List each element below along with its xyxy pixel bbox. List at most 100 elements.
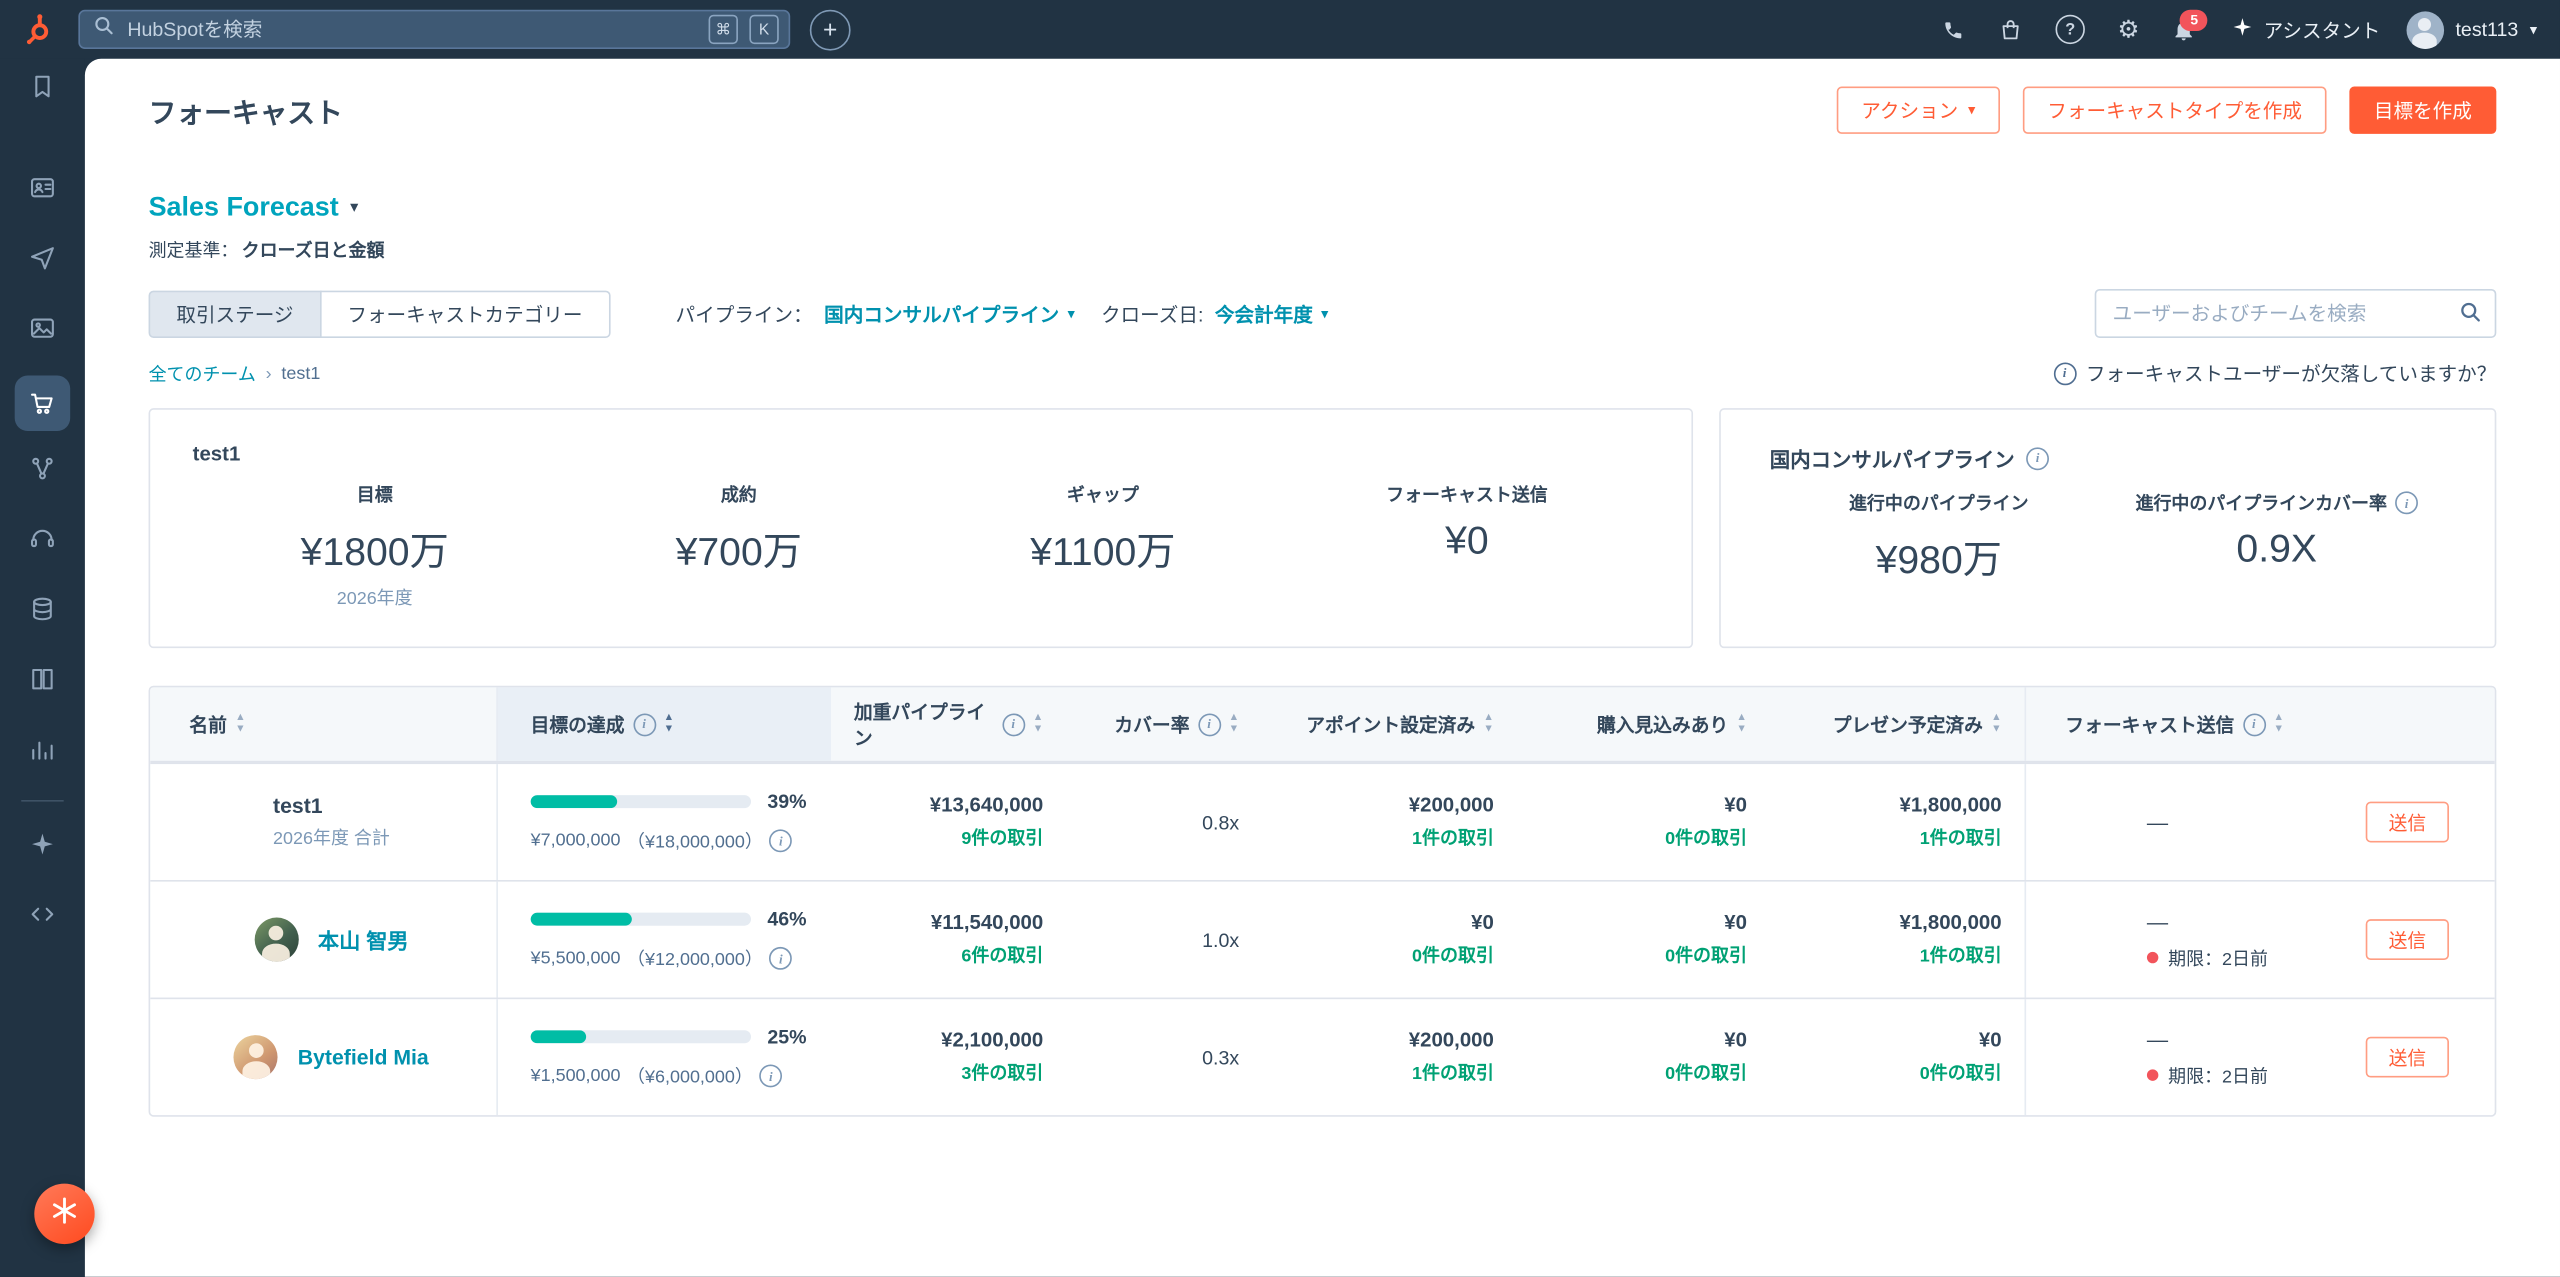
buy-intent-cell: ¥0 0件の取引 <box>1517 764 1770 880</box>
metric-closed: 成約 ¥700万 <box>557 482 921 611</box>
info-icon[interactable]: i <box>1198 713 1221 736</box>
forecast-submission-cell: — <box>2024 764 2320 880</box>
sidebar-navigation <box>0 59 85 1277</box>
amount: ¥0 <box>1724 793 1747 816</box>
missing-users-hint[interactable]: i フォーキャストユーザーが欠落していますか？ <box>2053 359 2496 387</box>
breadcrumb-all-teams[interactable]: 全てのチーム <box>149 360 256 386</box>
send-button[interactable]: 送信 <box>2366 802 2449 843</box>
marketplace-icon[interactable] <box>1998 17 2022 41</box>
global-search-input[interactable] <box>124 16 697 42</box>
info-icon[interactable]: i <box>759 1064 782 1087</box>
sidebar-item-library[interactable] <box>0 648 85 718</box>
sidebar-item-developer[interactable] <box>0 883 85 953</box>
forecast-selector[interactable]: Sales Forecast ▾ <box>149 193 359 224</box>
close-date-label: クローズ日: <box>1101 300 1203 328</box>
assistant-button[interactable]: アシスタント <box>2233 16 2381 44</box>
sidebar-item-ai[interactable] <box>0 813 85 883</box>
calling-icon[interactable] <box>1941 17 1965 41</box>
team-search-input[interactable] <box>2095 289 2497 338</box>
deal-count-link[interactable]: 0件の取引 <box>1665 942 1747 968</box>
info-icon[interactable]: i <box>769 947 792 970</box>
close-date-select[interactable]: 今会計年度 ▾ <box>1215 300 1329 328</box>
pipeline-select[interactable]: 国内コンサルパイプライン ▾ <box>824 300 1075 328</box>
sparkle-icon <box>2233 16 2254 42</box>
deal-count-link[interactable]: 0件の取引 <box>1665 1060 1747 1086</box>
deal-count-link[interactable]: 6件の取引 <box>961 942 1043 968</box>
goal-attainment-cell: 25% ¥1,500,000 （¥6,000,000） i <box>498 999 831 1115</box>
progress-bar <box>531 1030 751 1043</box>
column-header-goal-attainment[interactable]: 目標の達成 i ▲▼ <box>498 687 831 760</box>
deal-count-link[interactable]: 1件の取引 <box>1412 1060 1494 1086</box>
metric-gap: ギャップ ¥1100万 <box>921 482 1285 611</box>
name-cell: 本山 智男 <box>150 882 498 998</box>
tab-forecast-category[interactable]: フォーキャストカテゴリー <box>320 290 611 337</box>
column-header-presentation-scheduled[interactable]: プレゼン予定済み ▲▼ <box>1770 687 2025 760</box>
sidebar-item-bookmarks[interactable] <box>0 59 85 121</box>
send-button[interactable]: 送信 <box>2366 1037 2449 1078</box>
close-date-value: 今会計年度 <box>1215 300 1313 328</box>
column-header-appointment-scheduled[interactable]: アポイント設定済み ▲▼ <box>1262 687 1517 760</box>
copilot-fab[interactable] <box>34 1184 94 1244</box>
account-menu[interactable]: test113 ▾ <box>2407 11 2538 49</box>
deal-count-link[interactable]: 1件の取引 <box>1412 824 1494 850</box>
deal-count-link[interactable]: 1件の取引 <box>1920 942 2002 968</box>
create-goal-button[interactable]: 目標を作成 <box>2349 87 2496 134</box>
actions-menu-button[interactable]: アクション ▾ <box>1837 87 2000 134</box>
deal-count-link[interactable]: 3件の取引 <box>961 1060 1043 1086</box>
column-header-buy-intent[interactable]: 購入見込みあり ▲▼ <box>1517 687 1770 760</box>
sidebar-item-marketing[interactable] <box>0 227 85 297</box>
paper-plane-icon <box>28 243 57 281</box>
forecast-table: 名前 ▲▼ 目標の達成 i ▲▼ 加重パイプライン i ▲▼ カバー率 i ▲▼ <box>149 686 2497 1117</box>
tab-deal-stage[interactable]: 取引ステージ <box>149 290 322 337</box>
info-icon[interactable]: i <box>633 713 656 736</box>
column-header-coverage[interactable]: カバー率 i ▲▼ <box>1066 687 1262 760</box>
metric-goal-value: ¥1800万 <box>193 519 557 576</box>
amount: ¥1,800,000 <box>1899 793 2001 816</box>
column-header-weighted-pipeline[interactable]: 加重パイプライン i ▲▼ <box>831 687 1066 760</box>
user-name-link[interactable]: Bytefield Mia <box>298 1045 429 1069</box>
user-name-link[interactable]: 本山 智男 <box>318 924 409 955</box>
deal-count-link[interactable]: 9件の取引 <box>961 824 1043 850</box>
quick-create-button[interactable]: + <box>810 9 851 50</box>
column-header-name[interactable]: 名前 ▲▼ <box>150 687 498 760</box>
column-label: 名前 <box>189 711 227 737</box>
help-icon[interactable]: ? <box>2056 15 2085 44</box>
sidebar-item-content[interactable] <box>0 297 85 367</box>
deal-count-link[interactable]: 0件の取引 <box>1920 1060 2002 1086</box>
send-button[interactable]: 送信 <box>2366 919 2449 960</box>
sidebar-item-automations[interactable] <box>0 438 85 508</box>
column-label: 購入見込みあり <box>1597 711 1728 737</box>
sidebar-item-data[interactable] <box>0 578 85 648</box>
metric-gap-value: ¥1100万 <box>921 519 1285 576</box>
deal-count-link[interactable]: 0件の取引 <box>1412 942 1494 968</box>
metric-coverage-label: 進行中のパイプラインカバー率 <box>2136 490 2387 516</box>
info-icon[interactable]: i <box>2242 713 2265 736</box>
info-icon[interactable]: i <box>2026 447 2049 470</box>
column-header-forecast-submission[interactable]: フォーキャスト送信 i ▲▼ <box>2024 687 2320 760</box>
deal-count-link[interactable]: 1件の取引 <box>1920 824 2002 850</box>
overdue-status: 期限：2日前 <box>2147 1062 2268 1088</box>
metric-goal-label: 目標 <box>193 482 557 508</box>
sidebar-item-commerce[interactable] <box>0 367 85 437</box>
info-icon[interactable]: i <box>769 829 792 852</box>
account-name: test113 <box>2455 18 2518 41</box>
bookmark-icon <box>28 71 57 109</box>
sort-icon: ▲▼ <box>1991 713 2002 736</box>
settings-icon[interactable]: ⚙ <box>2118 15 2140 44</box>
view-tabs: 取引ステージ フォーキャストカテゴリー <box>149 290 611 337</box>
create-forecast-type-button[interactable]: フォーキャストタイプを作成 <box>2023 87 2327 134</box>
sidebar-item-crm[interactable] <box>0 157 85 227</box>
info-icon[interactable]: i <box>2395 491 2418 514</box>
appointment-cell: ¥200,000 1件の取引 <box>1262 999 1517 1115</box>
sidebar-item-service[interactable] <box>0 508 85 578</box>
notifications-icon[interactable]: 5 <box>2172 17 2196 41</box>
sidebar-item-reporting[interactable] <box>0 718 85 788</box>
coverage-value: 0.8x <box>1202 811 1239 834</box>
shortcut-k-key: K <box>749 15 778 44</box>
deal-count-link[interactable]: 0件の取引 <box>1665 824 1747 850</box>
info-icon[interactable]: i <box>1002 713 1025 736</box>
search-icon <box>93 15 114 44</box>
hubspot-logo-icon[interactable] <box>16 8 58 50</box>
metric-gap-label: ギャップ <box>921 482 1285 508</box>
amount: ¥0 <box>1471 911 1494 934</box>
